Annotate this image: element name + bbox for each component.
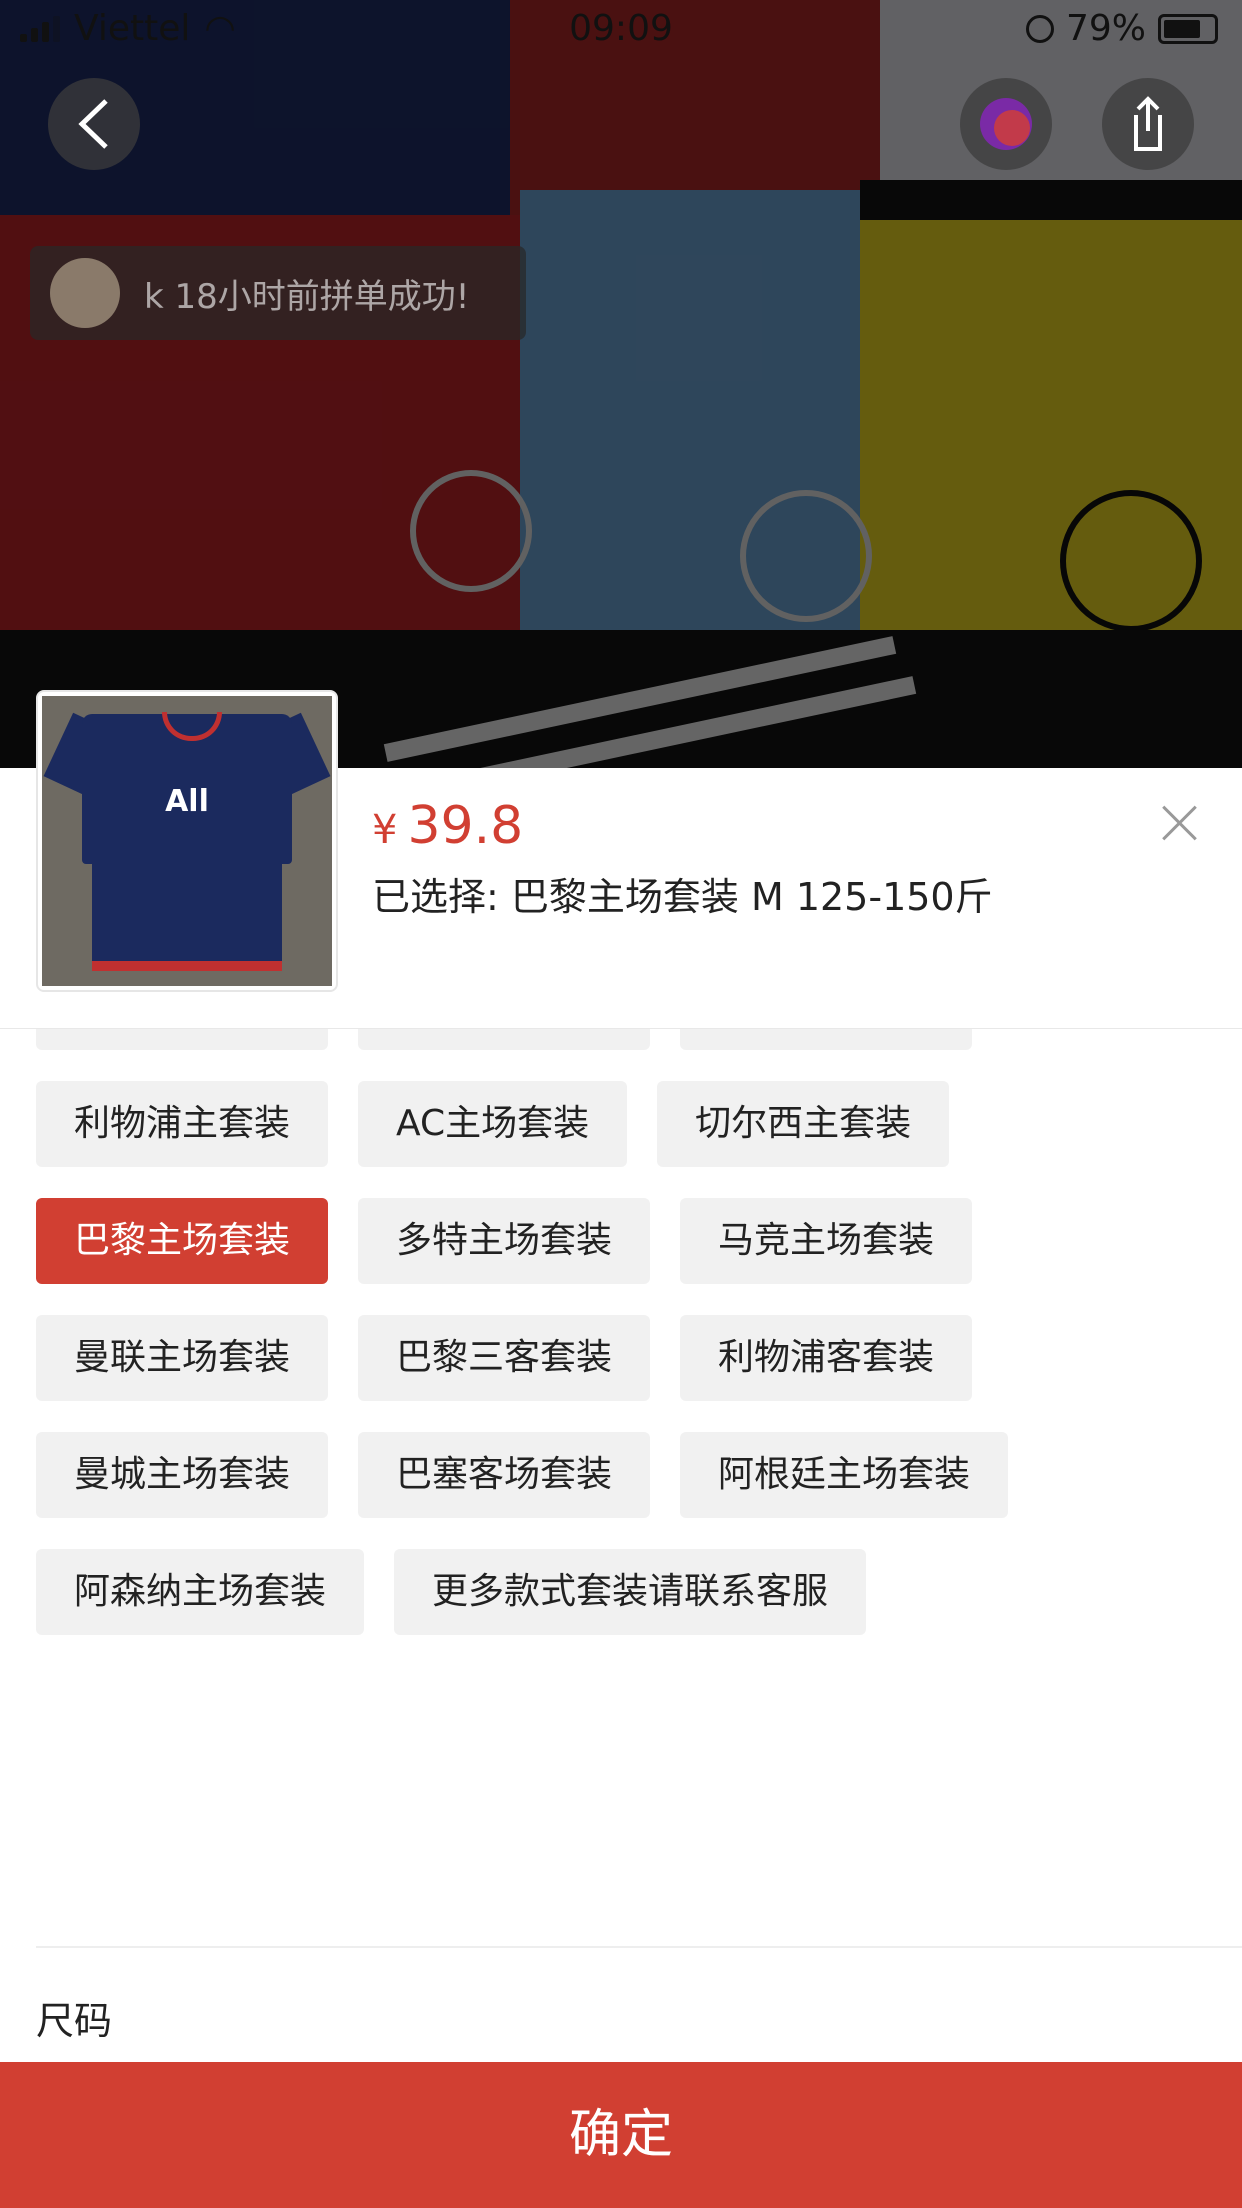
back-button[interactable]	[48, 78, 140, 170]
option-chip[interactable]: 巴黎三客套装	[358, 1315, 651, 1401]
battery-icon	[1158, 13, 1218, 44]
style-option-row: 巴黎主场套装 多特主场套装 马竞主场套装	[36, 1198, 1242, 1284]
option-chip[interactable]: 多特主场套装	[358, 1198, 651, 1284]
style-option-row: 曼城主场套装 巴塞客场套装 阿根廷主场套装	[36, 1432, 1242, 1518]
shorts	[92, 861, 282, 971]
option-chip[interactable]: 曼城主场套装	[36, 1432, 329, 1518]
option-chip[interactable]: 马竞主场套装	[680, 1198, 973, 1284]
status-bar: Viettel ◠ 09:09 79%	[0, 0, 1242, 60]
option-chip[interactable]: 更多款式套装请联系客服	[394, 1549, 867, 1635]
style-option-row: 尤文主场套装 阿森纳客套装 拜仁客场套装	[36, 1028, 1242, 1050]
option-chip[interactable]: 巴塞客场套装	[358, 1432, 651, 1518]
option-chip[interactable]: 曼联主场套装	[36, 1315, 329, 1401]
option-chip[interactable]: 阿森纳主场套装	[36, 1549, 365, 1635]
orientation-lock-icon	[1025, 14, 1054, 43]
product-thumbnail[interactable]: All	[36, 690, 338, 992]
size-section-title: 尺码	[36, 1999, 113, 2043]
thumbnail-image: All	[42, 696, 332, 986]
shorts-band	[92, 961, 282, 971]
price-value: 39.8	[407, 796, 524, 856]
shirt-logo: All	[165, 784, 209, 819]
option-chip[interactable]: 阿森纳客套装	[358, 1028, 651, 1050]
confirm-button[interactable]: 确定	[0, 2062, 1242, 2208]
selected-summary: 已选择: 巴黎主场套装 M 125-150斤	[372, 875, 993, 919]
avatar	[50, 258, 120, 328]
option-chip-selected[interactable]: 巴黎主场套装	[36, 1198, 329, 1284]
group-buy-toast: k 18小时前拼单成功!	[30, 246, 526, 340]
style-option-row: 利物浦主套装 AC主场套装 切尔西主套装	[36, 1081, 1242, 1167]
sku-selector-sheet: All ¥39.8 已选择: 巴黎主场套装 M 125-150斤 尤文主场套装阿…	[0, 690, 1242, 2208]
product-price: ¥39.8	[372, 796, 523, 856]
currency-symbol: ¥	[372, 807, 398, 853]
option-chip[interactable]: 利物浦主套装	[36, 1081, 329, 1167]
style-option-row: 阿森纳主场套装 更多款式套装请联系客服	[36, 1549, 1242, 1635]
style-option-row: 曼联主场套装 巴黎三客套装 利物浦客套装	[36, 1315, 1242, 1401]
share-button[interactable]	[1102, 78, 1194, 170]
assistant-icon	[980, 98, 1032, 150]
assistant-button[interactable]	[960, 78, 1052, 170]
status-right: 79%	[1025, 8, 1218, 49]
share-icon	[1134, 96, 1162, 151]
overlay-dim[interactable]	[0, 0, 1242, 770]
option-chip[interactable]: 阿根廷主场套装	[680, 1432, 1009, 1518]
options-scroll-area[interactable]: 尤文主场套装 阿森纳客套装 拜仁客场套装利物浦主套装 AC主场套装切尔西主套装巴黎主场…	[0, 1028, 1242, 2208]
product-image-backdrop[interactable]: Viettel ◠ 09:09 79% k 18小时前拼单成功!	[0, 0, 1242, 770]
option-chip[interactable]: 拜仁客场套装	[680, 1028, 973, 1050]
chevron-left-icon	[78, 99, 108, 149]
style-option-list: 尤文主场套装 阿森纳客套装 拜仁客场套装利物浦主套装 AC主场套装切尔西主套装巴黎主场…	[36, 1028, 1242, 1666]
option-chip[interactable]: 利物浦客套装	[680, 1315, 973, 1401]
toast-text: k 18小时前拼单成功!	[144, 276, 470, 317]
option-chip[interactable]: 切尔西主套装	[657, 1081, 950, 1167]
divider	[36, 1946, 1242, 1948]
option-chip[interactable]: AC主场套装	[358, 1081, 628, 1167]
battery-percent: 79%	[1065, 8, 1146, 49]
close-icon[interactable]	[1152, 796, 1206, 850]
option-chip[interactable]: 尤文主场套装	[36, 1028, 329, 1050]
